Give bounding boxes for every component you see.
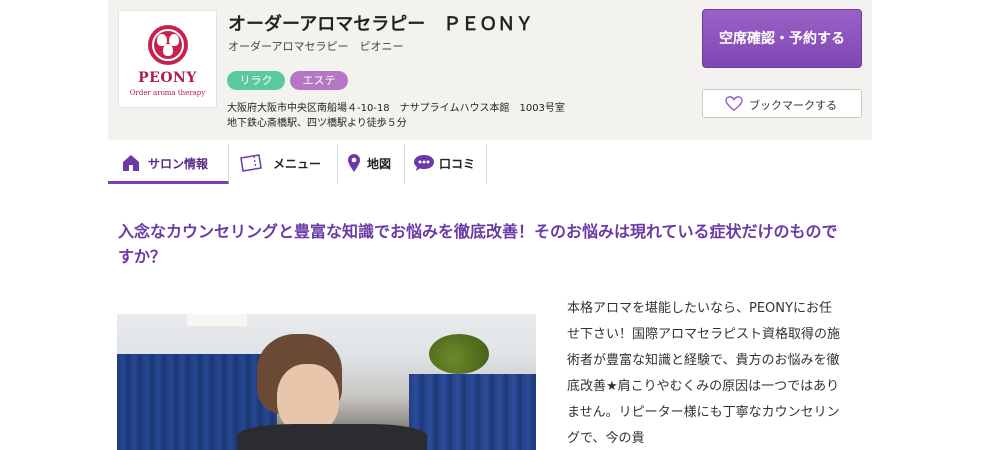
ticket-icon	[240, 154, 262, 172]
address-line: 大阪府大阪市中央区南船場４-10-18 ナサプライムハウス本館 1003号室	[227, 103, 565, 114]
salon-logo: PEONY Order aroma therapy	[118, 10, 217, 108]
tab-reviews[interactable]: 口コミ	[405, 144, 487, 184]
logo-name: PEONY	[138, 70, 197, 86]
salon-description: 本格アロマを堪能したいなら、PEONYにお任せ下さい！国際アロマセラピスト資格取…	[567, 301, 841, 446]
access-line: 地下鉄心斎橋駅、四ツ橋駅より徒歩５分	[227, 118, 407, 129]
catch-headline: 入念なカウンセリングと豊富な知識でお悩みを徹底改善！そのお悩みは現れている症状だ…	[118, 222, 838, 266]
tab-menu[interactable]: メニュー	[229, 144, 338, 184]
bookmark-label: ブックマークする	[749, 99, 837, 112]
tag-esthe[interactable]: エステ	[290, 71, 348, 90]
salon-kana: オーダーアロマセラピー ピオニー	[228, 40, 404, 53]
heart-icon	[725, 96, 743, 112]
tab-label: サロン情報	[148, 157, 209, 171]
home-icon	[123, 155, 139, 171]
salon-tabs: サロン情報 メニュー 地図 口コミ	[108, 144, 872, 184]
salon-address: 大阪府大阪市中央区南船場４-10-18 ナサプライムハウス本館 1003号室 地…	[227, 101, 565, 131]
map-pin-icon	[348, 154, 360, 172]
logo-subtitle: Order aroma therapy	[129, 89, 206, 97]
salon-photo	[117, 314, 536, 450]
salon-title: オーダーアロマセラピー ＰＥＯＮＹ	[228, 14, 534, 35]
reserve-button[interactable]: 空席確認・予約する	[702, 9, 862, 68]
tab-label: 地図	[367, 157, 392, 171]
bookmark-button[interactable]: ブックマークする	[702, 89, 862, 118]
tab-salon-info[interactable]: サロン情報	[108, 144, 229, 184]
tag-relax[interactable]: リラク	[227, 71, 285, 90]
tab-label: メニュー	[273, 157, 322, 171]
tab-map[interactable]: 地図	[338, 144, 405, 184]
chat-bubble-icon	[414, 155, 434, 171]
peony-flower-icon	[148, 25, 188, 65]
tab-label: 口コミ	[439, 157, 476, 171]
